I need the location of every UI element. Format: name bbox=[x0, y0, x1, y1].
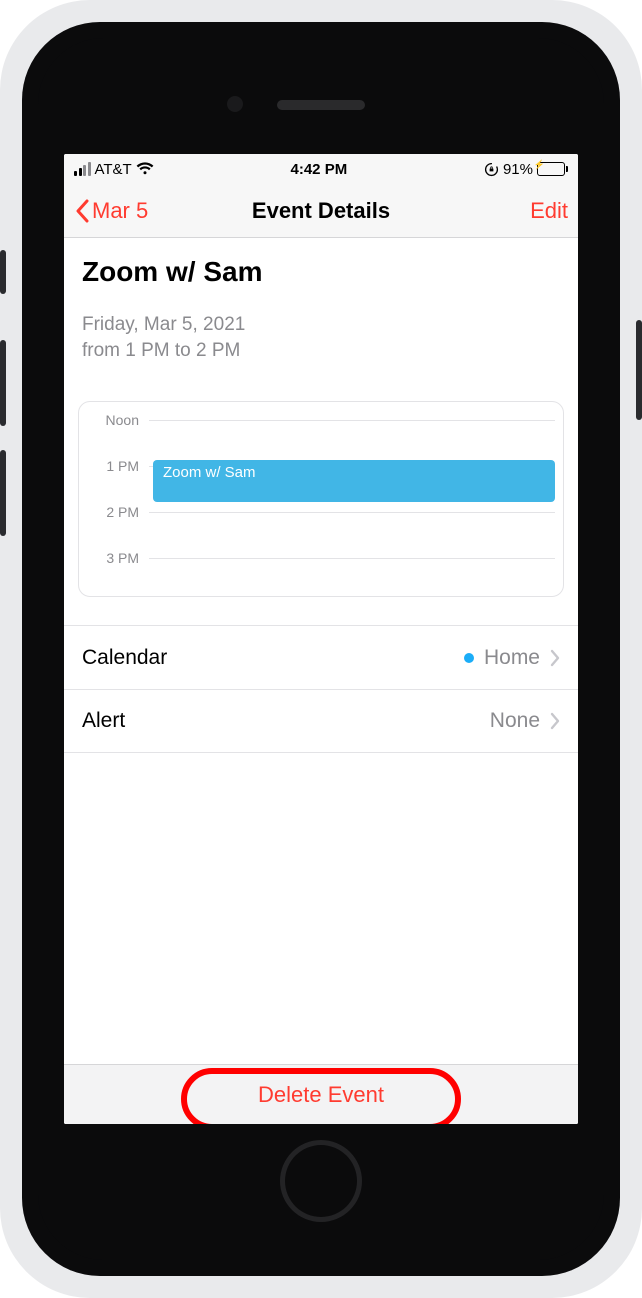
home-button[interactable] bbox=[280, 1140, 362, 1222]
cellular-signal-icon bbox=[74, 162, 91, 176]
volume-up-button bbox=[0, 340, 6, 426]
status-left: AT&T bbox=[74, 161, 154, 178]
timeline-label-3pm: 3 PM bbox=[79, 550, 149, 566]
bezel-inner: AT&T 4:42 PM 91% ⚡ bbox=[38, 38, 604, 1260]
status-right: 91% ⚡ bbox=[484, 161, 568, 178]
chevron-right-icon bbox=[550, 649, 560, 667]
back-label: Mar 5 bbox=[92, 198, 148, 224]
back-button[interactable]: Mar 5 bbox=[74, 198, 148, 224]
event-date: Friday, Mar 5, 2021 bbox=[82, 312, 560, 338]
bezel: AT&T 4:42 PM 91% ⚡ bbox=[22, 22, 620, 1276]
speaker-grille bbox=[277, 100, 365, 110]
mute-switch bbox=[0, 250, 6, 294]
calendar-color-dot bbox=[464, 653, 474, 663]
screen: AT&T 4:42 PM 91% ⚡ bbox=[64, 154, 578, 1124]
device-frame: AT&T 4:42 PM 91% ⚡ bbox=[0, 0, 642, 1298]
timeline-gridline bbox=[149, 512, 555, 513]
power-button bbox=[636, 320, 642, 420]
status-bar: AT&T 4:42 PM 91% ⚡ bbox=[64, 154, 578, 184]
timeline-preview[interactable]: Noon 1 PM 2 PM 3 PM bbox=[78, 401, 564, 597]
timeline-gridline bbox=[149, 420, 555, 421]
alert-row-label: Alert bbox=[82, 709, 125, 733]
battery-icon: ⚡ bbox=[537, 162, 568, 176]
event-title: Zoom w/ Sam bbox=[82, 256, 560, 288]
calendar-row-label: Calendar bbox=[82, 646, 167, 670]
timeline-label-noon: Noon bbox=[79, 412, 149, 428]
timeline-label-2pm: 2 PM bbox=[79, 504, 149, 520]
timeline-event-block[interactable]: Zoom w/ Sam bbox=[153, 460, 555, 502]
alert-row[interactable]: Alert None bbox=[64, 689, 578, 753]
content: Zoom w/ Sam Friday, Mar 5, 2021 from 1 P… bbox=[64, 238, 578, 1124]
edit-button[interactable]: Edit bbox=[530, 198, 568, 224]
timeline-event-label: Zoom w/ Sam bbox=[163, 464, 256, 481]
alert-row-value: None bbox=[490, 709, 540, 733]
volume-down-button bbox=[0, 450, 6, 536]
chevron-right-icon bbox=[550, 712, 560, 730]
event-time: from 1 PM to 2 PM bbox=[82, 338, 560, 364]
battery-percent: 91% bbox=[503, 161, 533, 178]
nav-bar: Mar 5 Event Details Edit bbox=[64, 184, 578, 238]
timeline-gridline bbox=[149, 558, 555, 559]
detail-list: Calendar Home Alert bbox=[64, 625, 578, 753]
rotation-lock-icon bbox=[484, 162, 499, 177]
event-header: Zoom w/ Sam Friday, Mar 5, 2021 from 1 P… bbox=[64, 238, 578, 373]
delete-event-button[interactable]: Delete Event bbox=[258, 1082, 384, 1108]
timeline-label-1pm: 1 PM bbox=[79, 458, 149, 474]
status-time: 4:42 PM bbox=[291, 161, 348, 178]
delete-bar: Delete Event bbox=[64, 1064, 578, 1124]
wifi-icon bbox=[136, 162, 154, 176]
front-camera bbox=[227, 96, 243, 112]
calendar-row[interactable]: Calendar Home bbox=[64, 625, 578, 689]
calendar-row-value: Home bbox=[484, 646, 540, 670]
chevron-left-icon bbox=[74, 199, 90, 223]
carrier-label: AT&T bbox=[95, 161, 132, 178]
